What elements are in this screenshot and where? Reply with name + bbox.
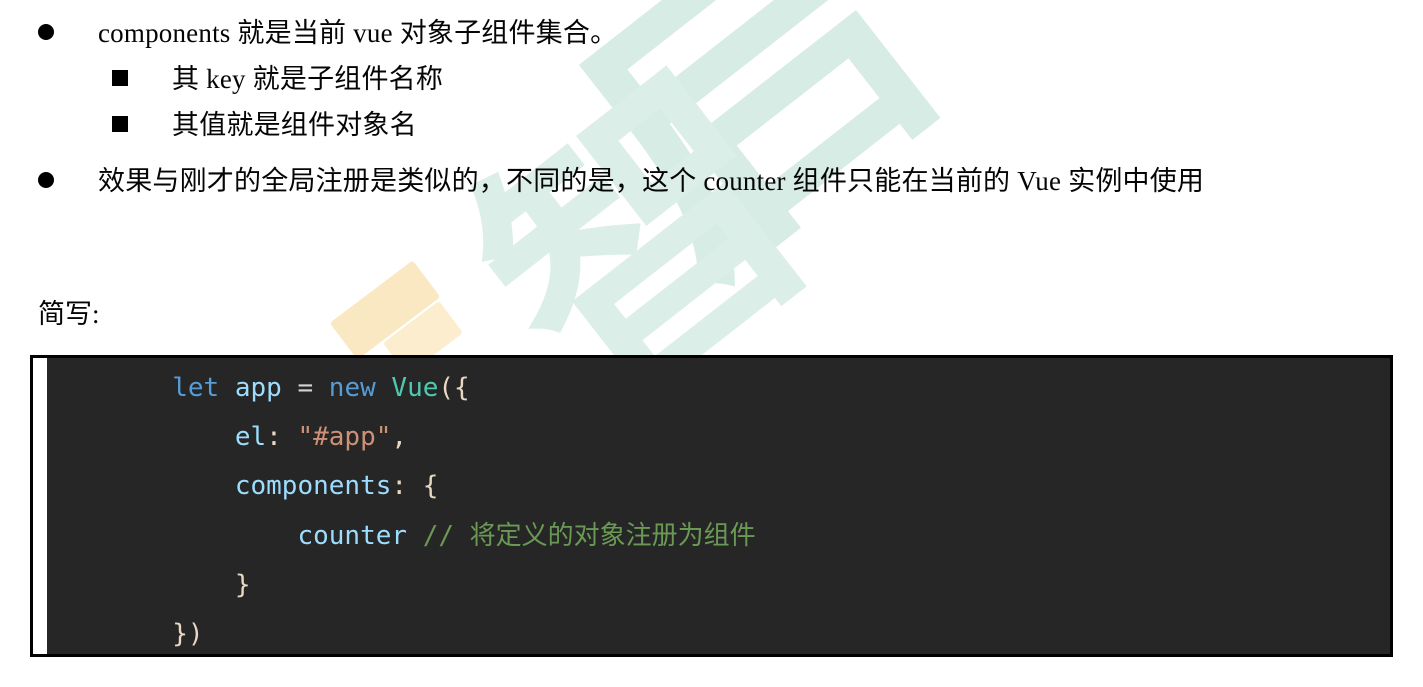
code-token-var: el [234, 422, 267, 452]
code-token-op [407, 471, 423, 501]
code-line: let app = new Vue({ [47, 358, 1390, 413]
code-token-str: "#app" [297, 422, 392, 452]
code-token-var: components [234, 471, 392, 501]
code-token-punct: : [266, 422, 282, 452]
code-line: }) [47, 610, 1390, 654]
list-item-effect: 效果与刚才的全局注册是类似的，不同的是，这个 counter 组件只能在当前的 … [38, 160, 1423, 202]
code-token-kw: let [172, 373, 220, 403]
code-token-kw: new [328, 373, 376, 403]
list-item-components: components 就是当前 vue 对象子组件集合。 [38, 12, 617, 54]
code-token-punct: : [391, 471, 408, 501]
code-token-op: = [297, 373, 314, 403]
code-token-punct: } [234, 570, 251, 600]
code-line: components: { [47, 462, 1390, 511]
watermark-accent-block-a [329, 260, 441, 360]
code-line: el: "#app", [47, 413, 1390, 462]
code-token-class: Vue [391, 373, 439, 403]
list-item-label: components 就是当前 vue 对象子组件集合。 [98, 18, 618, 48]
code-token-op [376, 373, 392, 403]
code-token-comment-cjk: 将定义的对象注册为组件 [469, 521, 756, 550]
code-token-var: app [234, 373, 282, 403]
list-item-label: 效果与刚才的全局注册是类似的，不同的是，这个 counter 组件只能在当前的 … [98, 166, 1205, 196]
code-block-surface[interactable]: let app = new Vue({ el: "#app", componen… [47, 358, 1390, 654]
square-bullet-icon [112, 70, 128, 86]
code-token-punct: { [422, 471, 439, 501]
code-token-op [313, 373, 329, 403]
code-block: let app = new Vue({ el: "#app", componen… [30, 355, 1393, 657]
code-token-op [282, 422, 298, 452]
disc-bullet-icon [38, 24, 54, 40]
code-token-punct: ({ [438, 373, 470, 403]
list-item-key: 其 key 就是子组件名称 [112, 58, 443, 100]
code-token-punct: }) [172, 619, 204, 649]
code-token-var: counter [297, 521, 408, 551]
code-token-op [282, 373, 298, 403]
list-item-label: 其值就是组件对象名 [172, 110, 417, 140]
list-item-value: 其值就是组件对象名 [112, 104, 417, 146]
code-line: } [47, 561, 1390, 610]
section-label-shorthand: 简写: [38, 299, 100, 329]
list-item-label: 其 key 就是子组件名称 [172, 64, 444, 94]
code-token-comment: // [422, 521, 470, 551]
square-bullet-icon [112, 116, 128, 132]
code-line: counter // 将定义的对象注册为组件 [47, 511, 1390, 561]
disc-bullet-icon [38, 172, 54, 188]
code-token-op [219, 373, 235, 403]
code-token-punct: , [391, 422, 408, 452]
code-token-op [407, 521, 423, 551]
